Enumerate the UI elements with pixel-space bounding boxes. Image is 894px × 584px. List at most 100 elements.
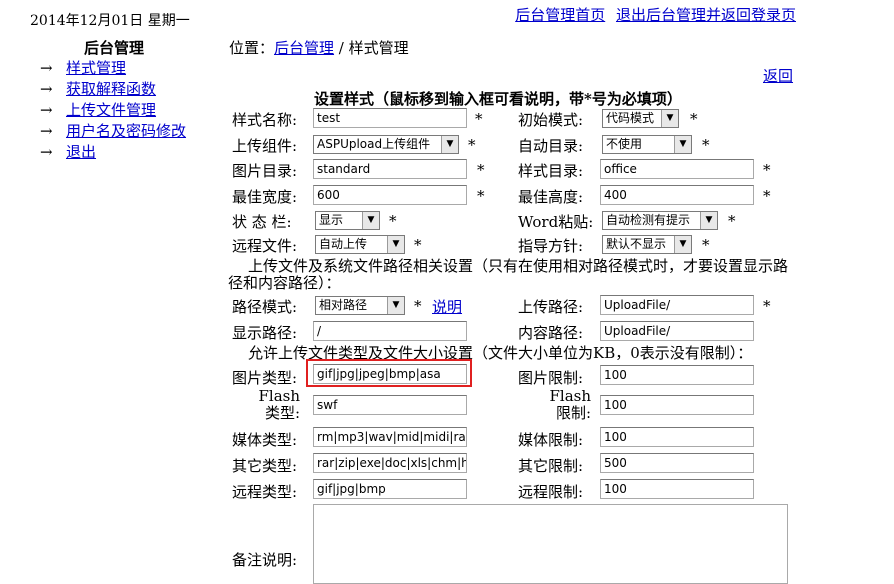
image-dir-input[interactable]: standard [313,159,467,179]
breadcrumb-prefix: 位置： [229,39,275,57]
arrow-right-icon: → [40,122,53,140]
style-dir-input[interactable]: office [600,159,754,179]
content-path-input[interactable]: UploadFile/ [600,321,754,341]
other-type-input[interactable]: rar|zip|exe|doc|xls|chm|hlp [313,453,467,473]
remarks-textarea[interactable] [313,504,788,584]
sidebar-link-password[interactable]: 用户名及密码修改 [66,122,186,140]
best-height-input[interactable]: 400 [600,185,754,205]
image-type-label: 图片类型: [232,369,298,387]
required-star: * [414,297,422,315]
sidebar-item-style-manage: → 样式管理 [40,58,186,79]
status-bar-select[interactable]: 显示 ▼ [315,211,380,230]
required-star: * [702,236,710,254]
required-star: * [763,187,771,205]
word-paste-value: 自动检测有提示 [606,213,691,227]
path-mode-select[interactable]: 相对路径 ▼ [315,296,405,315]
breadcrumb-separator: / [334,39,349,57]
guide-label: 指导方针: [518,237,584,255]
chevron-down-icon: ▼ [674,236,691,253]
sidebar-item-get-function: → 获取解释函数 [40,79,186,100]
upload-path-input[interactable]: UploadFile/ [600,295,754,315]
admin-home-link[interactable]: 后台管理首页 [515,6,605,24]
style-name-input[interactable]: test [313,108,467,128]
media-type-input[interactable]: rm|mp3|wav|mid|midi|ra|avi [313,427,467,447]
style-dir-label: 样式目录: [518,162,584,180]
logout-link[interactable]: 退出后台管理并返回登录页 [616,6,796,24]
path-help-link[interactable]: 说明 [432,296,462,317]
required-star: * [728,212,736,230]
auto-dir-select[interactable]: 不使用 ▼ [602,135,692,154]
sidebar-title: 后台管理 [84,39,145,57]
best-width-input[interactable]: 600 [313,185,467,205]
media-type-label: 媒体类型: [232,431,298,449]
required-star: * [468,136,476,154]
guide-select[interactable]: 默认不显示 ▼ [602,235,692,254]
remote-file-value: 自动上传 [319,237,368,251]
arrow-right-icon: → [40,80,53,98]
init-mode-select[interactable]: 代码模式 ▼ [602,109,679,128]
image-limit-input[interactable]: 100 [600,365,754,385]
required-star: * [702,136,710,154]
sidebar-menu: → 样式管理 → 获取解释函数 → 上传文件管理 → 用户名及密码修改 → 退出 [40,58,186,163]
sidebar-item-upload-files: → 上传文件管理 [40,100,186,121]
chevron-down-icon: ▼ [661,110,678,127]
upload-comp-value: ASPUpload上传组件 [317,137,431,151]
arrow-right-icon: → [40,101,53,119]
required-star: * [477,161,485,179]
sidebar-link-exit[interactable]: 退出 [66,143,96,161]
flash-type-input[interactable]: swf [313,395,467,415]
status-bar-value: 显示 [319,213,344,227]
form-title: 设置样式（鼠标移到输入框可看说明，带*号为必填项） [314,90,682,108]
remote-limit-input[interactable]: 100 [600,479,754,499]
sidebar-item-password: → 用户名及密码修改 [40,121,186,142]
auto-dir-label: 自动目录: [518,137,584,155]
remote-type-input[interactable]: gif|jpg|bmp [313,479,467,499]
other-limit-input[interactable]: 500 [600,453,754,473]
date-text: 2014年12月01日 星期一 [30,13,190,29]
remote-type-label: 远程类型: [232,483,298,501]
remarks-label: 备注说明: [232,551,298,569]
other-type-label: 其它类型: [232,457,298,475]
init-mode-label: 初始模式: [518,111,584,129]
sidebar-link-upload-files[interactable]: 上传文件管理 [66,101,156,119]
required-star: * [477,187,485,205]
chevron-down-icon: ▼ [387,236,404,253]
flash-limit-label: Flash限制: [549,387,591,422]
required-star: * [414,236,422,254]
top-links: 后台管理首页 退出后台管理并返回登录页 [509,4,796,25]
image-limit-label: 图片限制: [518,369,584,387]
path-section-text: 上传文件及系统文件路径相关设置（只有在使用相对路径模式时，才要设置显示路径和内容… [228,257,789,292]
style-name-label: 样式名称: [232,111,298,129]
required-star: * [389,212,397,230]
guide-value: 默认不显示 [606,237,667,251]
content-path-label: 内容路径: [518,324,584,342]
chevron-down-icon: ▼ [362,212,379,229]
sidebar-link-style-manage[interactable]: 样式管理 [66,59,126,77]
display-path-label: 显示路径: [232,324,298,342]
required-star: * [763,297,771,315]
required-star: * [690,110,698,128]
sidebar-item-exit: → 退出 [40,142,186,163]
arrow-right-icon: → [40,59,53,77]
flash-type-label: Flash类型: [258,387,300,422]
flash-limit-input[interactable]: 100 [600,395,754,415]
highlight-box [306,359,472,387]
breadcrumb-admin-link[interactable]: 后台管理 [274,39,334,57]
chevron-down-icon: ▼ [674,136,691,153]
required-star: * [763,161,771,179]
init-mode-value: 代码模式 [606,111,655,125]
remote-file-select[interactable]: 自动上传 ▼ [315,235,405,254]
upload-path-label: 上传路径: [518,298,584,316]
back-link[interactable]: 返回 [763,65,793,86]
word-paste-select[interactable]: 自动检测有提示 ▼ [602,211,718,230]
upload-comp-select[interactable]: ASPUpload上传组件 ▼ [313,135,459,154]
other-limit-label: 其它限制: [518,457,584,475]
arrow-right-icon: → [40,143,53,161]
best-height-label: 最佳高度: [518,188,584,206]
sidebar-link-get-function[interactable]: 获取解释函数 [66,80,156,98]
display-path-input[interactable]: / [313,321,467,341]
media-limit-label: 媒体限制: [518,431,584,449]
path-mode-label: 路径模式: [232,298,298,316]
required-star: * [475,110,483,128]
media-limit-input[interactable]: 100 [600,427,754,447]
